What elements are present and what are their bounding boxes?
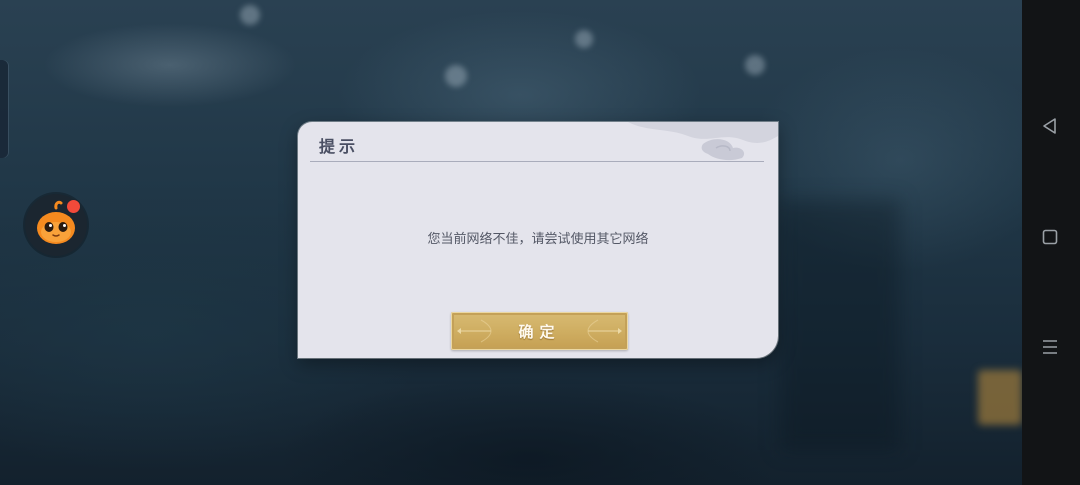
dialog-message: 您当前网络不佳，请尝试使用其它网络 bbox=[427, 232, 649, 247]
cloud-ornament-icon bbox=[628, 122, 778, 161]
nav-home-button[interactable] bbox=[1036, 223, 1064, 251]
background-light-spot bbox=[240, 5, 260, 25]
triangle-back-icon bbox=[1043, 118, 1056, 134]
confirm-button-label: 确定 bbox=[518, 322, 561, 341]
nav-recents-button[interactable] bbox=[1036, 333, 1064, 361]
menu-lines-icon bbox=[1043, 340, 1057, 354]
title-divider bbox=[310, 161, 764, 162]
background-shape bbox=[780, 200, 900, 450]
background-light-spot bbox=[445, 65, 467, 87]
background-gold-element bbox=[978, 370, 1022, 425]
background-light-spot bbox=[745, 55, 765, 75]
background-light-spot bbox=[575, 30, 593, 48]
edge-drawer-handle[interactable] bbox=[0, 60, 8, 158]
square-home-icon bbox=[1042, 229, 1058, 245]
confirm-button[interactable]: 确定 bbox=[451, 312, 628, 350]
dialog-title: 提示 bbox=[319, 137, 360, 156]
notification-badge bbox=[66, 199, 81, 214]
nav-back-button[interactable] bbox=[1036, 112, 1064, 140]
network-alert-dialog: 提示 您当前网络不佳，请尝试使用其它网络 确定 bbox=[298, 122, 778, 358]
